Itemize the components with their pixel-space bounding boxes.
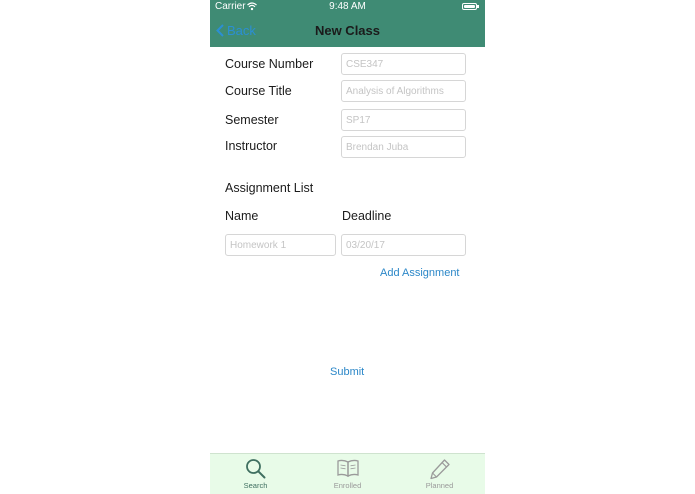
tab-enrolled[interactable]: Enrolled <box>302 454 393 494</box>
name-column-header: Name <box>225 209 259 223</box>
tab-planned-label: Planned <box>425 481 454 490</box>
pencil-icon <box>430 459 450 480</box>
assignment-list-heading: Assignment List <box>225 181 314 195</box>
add-assignment-button[interactable]: Add Assignment <box>380 267 460 279</box>
semester-input[interactable] <box>341 109 466 131</box>
app-screen: Carrier 9:48 AM Back New Class Course Nu… <box>210 0 485 494</box>
semester-label: Semester <box>225 113 279 127</box>
submit-button[interactable]: Submit <box>330 366 364 378</box>
course-title-input[interactable] <box>341 80 466 102</box>
course-number-input[interactable] <box>341 53 466 75</box>
search-icon <box>246 459 266 479</box>
book-icon <box>337 459 359 478</box>
page-title: New Class <box>314 23 381 38</box>
navigation-bar: Back New Class <box>210 14 485 47</box>
status-time: 9:48 AM <box>329 1 366 12</box>
instructor-input[interactable] <box>341 136 466 158</box>
instructor-label: Instructor <box>225 139 278 153</box>
tab-planned[interactable]: Planned <box>394 454 485 494</box>
deadline-column-header: Deadline <box>342 209 392 223</box>
status-bar: Carrier 9:48 AM <box>210 0 485 14</box>
assignment-name-input[interactable] <box>225 234 336 256</box>
battery-icon <box>462 3 479 10</box>
course-title-label: Course Title <box>225 84 292 98</box>
tab-search-label: Search <box>243 481 268 490</box>
course-number-label: Course Number <box>225 57 314 71</box>
tab-search[interactable]: Search <box>210 454 301 494</box>
assignment-deadline-input[interactable] <box>341 234 466 256</box>
tab-enrolled-label: Enrolled <box>333 481 362 490</box>
tab-bar: Search Enrolled Planned <box>210 453 485 494</box>
